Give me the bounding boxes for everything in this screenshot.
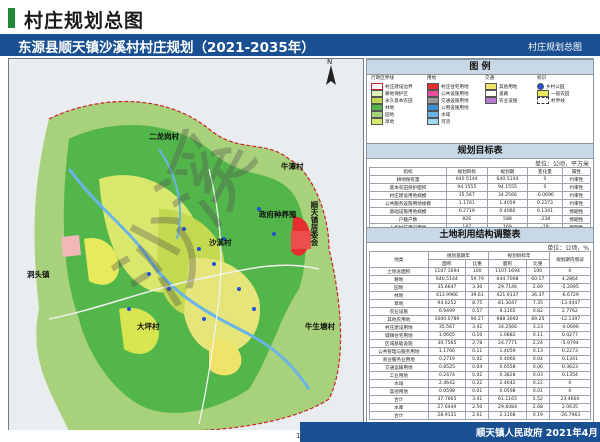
land-header-2: 规划目标年 bbox=[488, 251, 550, 260]
land-table: 地类 规划基期年 规划目标年 规划期内增减 面积 比重 面积 比重 土地总面积 1… bbox=[369, 251, 592, 420]
target-header-3: 变化量 bbox=[527, 167, 563, 176]
table-row: 村庄建设用地 35.567 3.42 34.2566 3.23 -0.0696 bbox=[369, 323, 592, 332]
legend-item-10: 水域 bbox=[427, 111, 450, 118]
target-table-title: 规划目标表 bbox=[367, 143, 593, 159]
table-row: 户籍户数 826 588 -238 预期性 bbox=[369, 215, 592, 224]
legend-item-16: 一般农田 bbox=[537, 90, 569, 97]
legend-item-8: 交通设施用地 bbox=[427, 97, 469, 104]
target-header-2: 规划期 bbox=[486, 167, 529, 176]
legend-group-3: 标识 bbox=[537, 76, 547, 81]
table-row: 其他农用地 1000.0789 90.27 988.3692 89.25 -12.1397 bbox=[369, 315, 592, 324]
table-row: 公共管理与服务用地 1.1766 0.11 1.4059 0.13 0.2273 bbox=[369, 347, 592, 356]
target-header-1: 规划目标 bbox=[445, 167, 488, 176]
table-row: 基本农田保护面积 94.1555 94.1555 0 约束性 bbox=[369, 183, 592, 192]
page-title: 村庄规划总图 bbox=[24, 10, 145, 32]
table-row: 园地 35.6647 3.30 29.7146 2.69 -5.2095 bbox=[369, 283, 592, 292]
table-row: 林地 413.9966 39.61 421.9137 36.37 -6.6729 bbox=[369, 291, 592, 300]
plan-subtitle: 村庄规划总图 bbox=[528, 43, 583, 53]
footer-page: 1 bbox=[296, 432, 301, 440]
legend-item-9: 公用设施用地 bbox=[427, 104, 469, 111]
legend-item-12: 其他用地 bbox=[485, 83, 517, 90]
legend-item-13: 道路 bbox=[485, 90, 508, 97]
map-label-niutan: 牛潭村 bbox=[281, 162, 304, 171]
map-label-niushengtang: 牛生塘村 bbox=[305, 322, 335, 331]
legend-group-2: 交通 bbox=[485, 76, 495, 81]
table-row: 其他用地 0.0598 0.01 0.0598 0.01 0 bbox=[369, 387, 592, 396]
land-header-1: 规划基期年 bbox=[427, 251, 490, 260]
village-map: N 二龙岗村 牛潭村 顺天镇居委会 政府种养殖 沙溪村 洞头镇 大坪村 牛生塘村… bbox=[8, 58, 364, 432]
legend-item-6: 村庄住宅用地 bbox=[427, 83, 469, 90]
legend-item-11: 河流 bbox=[427, 118, 450, 125]
legend-item-14: 农业设施 bbox=[485, 97, 517, 104]
legend-group-0: 行政区界线 bbox=[371, 76, 394, 81]
legend-title: 图 例 bbox=[367, 59, 593, 75]
map-label-shuntian: 顺天镇居委会 bbox=[310, 201, 319, 246]
legend-group-1: 用地 bbox=[427, 76, 437, 81]
table-row: 村庄建设用地规模 35.567 34.2566 -0.0696 约束性 bbox=[369, 191, 592, 200]
land-table-title: 土地利用结构调整表 bbox=[367, 227, 593, 243]
table-row: 商业服务业用地 0.2719 0.02 0.4060 0.04 0.1341 bbox=[369, 355, 592, 364]
legend-item-4: 园地 bbox=[371, 111, 394, 118]
target-header-0: 指标 bbox=[369, 167, 447, 176]
table-row: 水库 27.6449 2.50 29.6084 2.68 2.0635 bbox=[369, 403, 592, 412]
table-row: 工业用地 0.2474 0.02 0.3828 0.03 0.1354 bbox=[369, 371, 592, 380]
legend-item-17: 村界线 bbox=[537, 97, 565, 104]
map-label-zhengfu: 政府种养殖 bbox=[259, 210, 297, 219]
target-header-4: 属性 bbox=[561, 167, 592, 176]
legend-item-5: 草地 bbox=[371, 118, 394, 125]
table-row: 公共服务设施用地规模 1.1761 1.4059 0.2273 约束性 bbox=[369, 199, 592, 208]
target-table: 指标 规划目标 规划期 变化量 属性 耕地保有量 640.5144 640.5144… bbox=[369, 167, 592, 232]
table-row: 草地 94.6252 8.75 81.3047 7.35 -13.4447 bbox=[369, 299, 592, 308]
land-header-0: 地类 bbox=[369, 251, 429, 268]
table-row: 合计 37.7665 3.41 61.1165 5.52 23.4660 bbox=[369, 395, 592, 404]
legend-item-0: 村庄建设边界 bbox=[371, 83, 413, 90]
svg-text:N: N bbox=[327, 59, 332, 66]
table-row: 土地总面积 1107.1694 100 1107.1694 100 0 bbox=[369, 267, 592, 276]
land-header-3: 规划期内增减 bbox=[548, 251, 592, 268]
legend-item-15: 乡村公园 bbox=[537, 83, 564, 90]
map-label-daping: 大坪村 bbox=[137, 322, 160, 331]
table-row: 交通运输用地 0.8525 0.04 0.6558 0.06 0.3623 bbox=[369, 363, 592, 372]
table-row: 耕地保有量 640.5144 640.5144 0 约束性 bbox=[369, 175, 592, 184]
plan-title: 东源县顺天镇沙溪村村庄规划（2021-2035年） bbox=[18, 40, 315, 56]
footer-org: 顺天镇人民政府 2021年4月 bbox=[476, 428, 598, 439]
legend-item-3: 林地 bbox=[371, 104, 394, 111]
legend-panel: 图 例 行政区界线 村庄建设边界 耕地保护区 永久基本农田 林地 园地 草地 用… bbox=[366, 58, 594, 432]
table-row: 水域 2.4642 0.22 2.4642 0.22 0 bbox=[369, 379, 592, 388]
legend-item-7: 公共设施用地 bbox=[427, 90, 469, 97]
table-row: 城镇住宅用地 1.0605 0.10 1.0882 0.11 0.0277 bbox=[369, 331, 592, 340]
legend-item-1: 耕地保护区 bbox=[371, 90, 408, 97]
legend-item-2: 永久基本农田 bbox=[371, 97, 413, 104]
table-row: 基础设施用地规模 0.2719 0.4060 0.1341 预期性 bbox=[369, 207, 592, 216]
table-row: 区域基础设施 30.7565 2.78 24.7771 2.24 -5.9794 bbox=[369, 339, 592, 348]
map-label-dongtou: 洞头镇 bbox=[27, 270, 50, 279]
table-row: 农业设施 6.9499 0.57 9.1165 0.82 2.7762 bbox=[369, 307, 592, 316]
table-row: 合计 28.9131 2.61 2.1168 0.19 -26.7963 bbox=[369, 411, 592, 420]
header-accent bbox=[8, 8, 15, 28]
table-row: 耕地 640.5144 59.79 644.7008 60.17 4.2864 bbox=[369, 275, 592, 284]
